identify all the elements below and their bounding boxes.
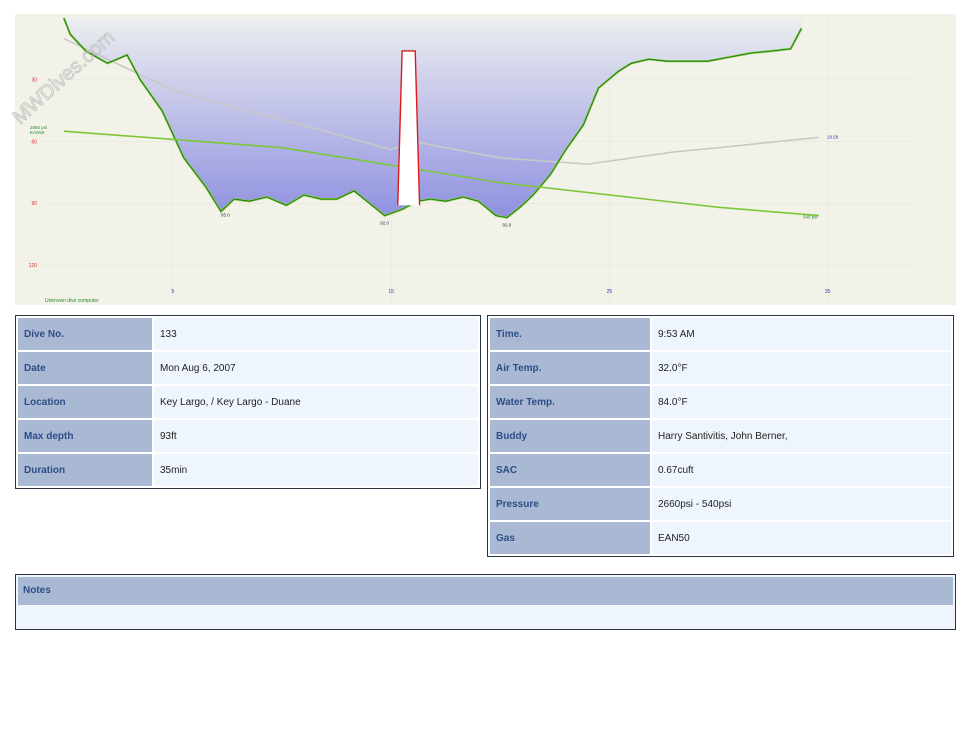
temperature-end-label: 18.58 (827, 134, 839, 139)
x-tick-label: 35 (825, 289, 831, 295)
info-value: Mon Aug 6, 2007 (154, 352, 478, 384)
info-row: Dive No. 133 (18, 318, 478, 350)
watermark-text: MWDives.com (12, 26, 119, 129)
notes-panel: Notes (15, 574, 956, 630)
dive-info-table-right: Time. 9:53 AM Air Temp. 32.0°F Water Temp. 84… (487, 315, 954, 557)
info-value: Harry Santivitis, John Berner, (652, 420, 951, 452)
info-key: SAC (490, 454, 650, 486)
info-key: Dive No. (18, 318, 152, 350)
info-key: Location (18, 386, 152, 418)
ceiling-spike (397, 50, 421, 206)
info-value: 0.67cuft (652, 454, 951, 486)
info-row: Location Key Largo, / Key Largo - Duane (18, 386, 478, 418)
info-value: 93ft (154, 420, 478, 452)
info-row: Time. 9:53 AM (490, 318, 951, 350)
computer-label: Unknown dive computer (45, 298, 99, 304)
info-key: Duration (18, 454, 152, 486)
info-value: 9:53 AM (652, 318, 951, 350)
x-tick-label: 5 (172, 289, 175, 295)
info-value: 84.0°F (652, 386, 951, 418)
pressure-end-label: 540 psi (803, 215, 818, 220)
watermark: MWDives.com (12, 26, 120, 129)
y-tick-label: 90 (31, 201, 37, 207)
info-value: 35min (154, 454, 478, 486)
info-row: Duration 35min (18, 454, 478, 486)
x-tick-label: 25 (607, 289, 613, 295)
info-row: Date Mon Aug 6, 2007 (18, 352, 478, 384)
info-key: Gas (490, 522, 650, 554)
info-key: Water Temp. (490, 386, 650, 418)
x-tick-label: 15 (388, 289, 394, 295)
spike-label: 101.6 (404, 48, 415, 53)
info-key: Max depth (18, 420, 152, 452)
info-row: Max depth 93ft (18, 420, 478, 452)
info-value: 133 (154, 318, 478, 350)
depth-marker-label: 85.0 (221, 212, 230, 217)
notes-body (18, 607, 953, 627)
info-row: SAC 0.67cuft (490, 454, 951, 486)
info-row: Gas EAN50 (490, 522, 951, 554)
info-key: Air Temp. (490, 352, 650, 384)
info-row: Pressure 2660psi - 540psi (490, 488, 951, 520)
info-row: Water Temp. 84.0°F (490, 386, 951, 418)
gas-label: EAN50 (30, 130, 45, 135)
info-row: Air Temp. 32.0°F (490, 352, 951, 384)
dive-info-table-left: Dive No. 133 Date Mon Aug 6, 2007 Location Ke… (15, 315, 481, 489)
y-tick-label: 60 (31, 139, 37, 145)
info-key: Buddy (490, 420, 650, 452)
info-value: EAN50 (652, 522, 951, 554)
info-key: Pressure (490, 488, 650, 520)
depth-marker-label: 92.0 (380, 221, 389, 226)
info-row: Buddy Harry Santivitis, John Berner, (490, 420, 951, 452)
info-value: 2660psi - 540psi (652, 488, 951, 520)
info-key: Date (18, 352, 152, 384)
info-value: Key Largo, / Key Largo - Duane (154, 386, 478, 418)
notes-header: Notes (18, 577, 953, 605)
info-value: 32.0°F (652, 352, 951, 384)
y-tick-label: 120 (29, 263, 38, 269)
depth-marker-label: 92.0 (502, 223, 511, 228)
info-key: Time. (490, 318, 650, 350)
dive-profile-chart: 5 15 25 35306090120 85.092.0 92.02660 psiEAN… (15, 14, 956, 305)
